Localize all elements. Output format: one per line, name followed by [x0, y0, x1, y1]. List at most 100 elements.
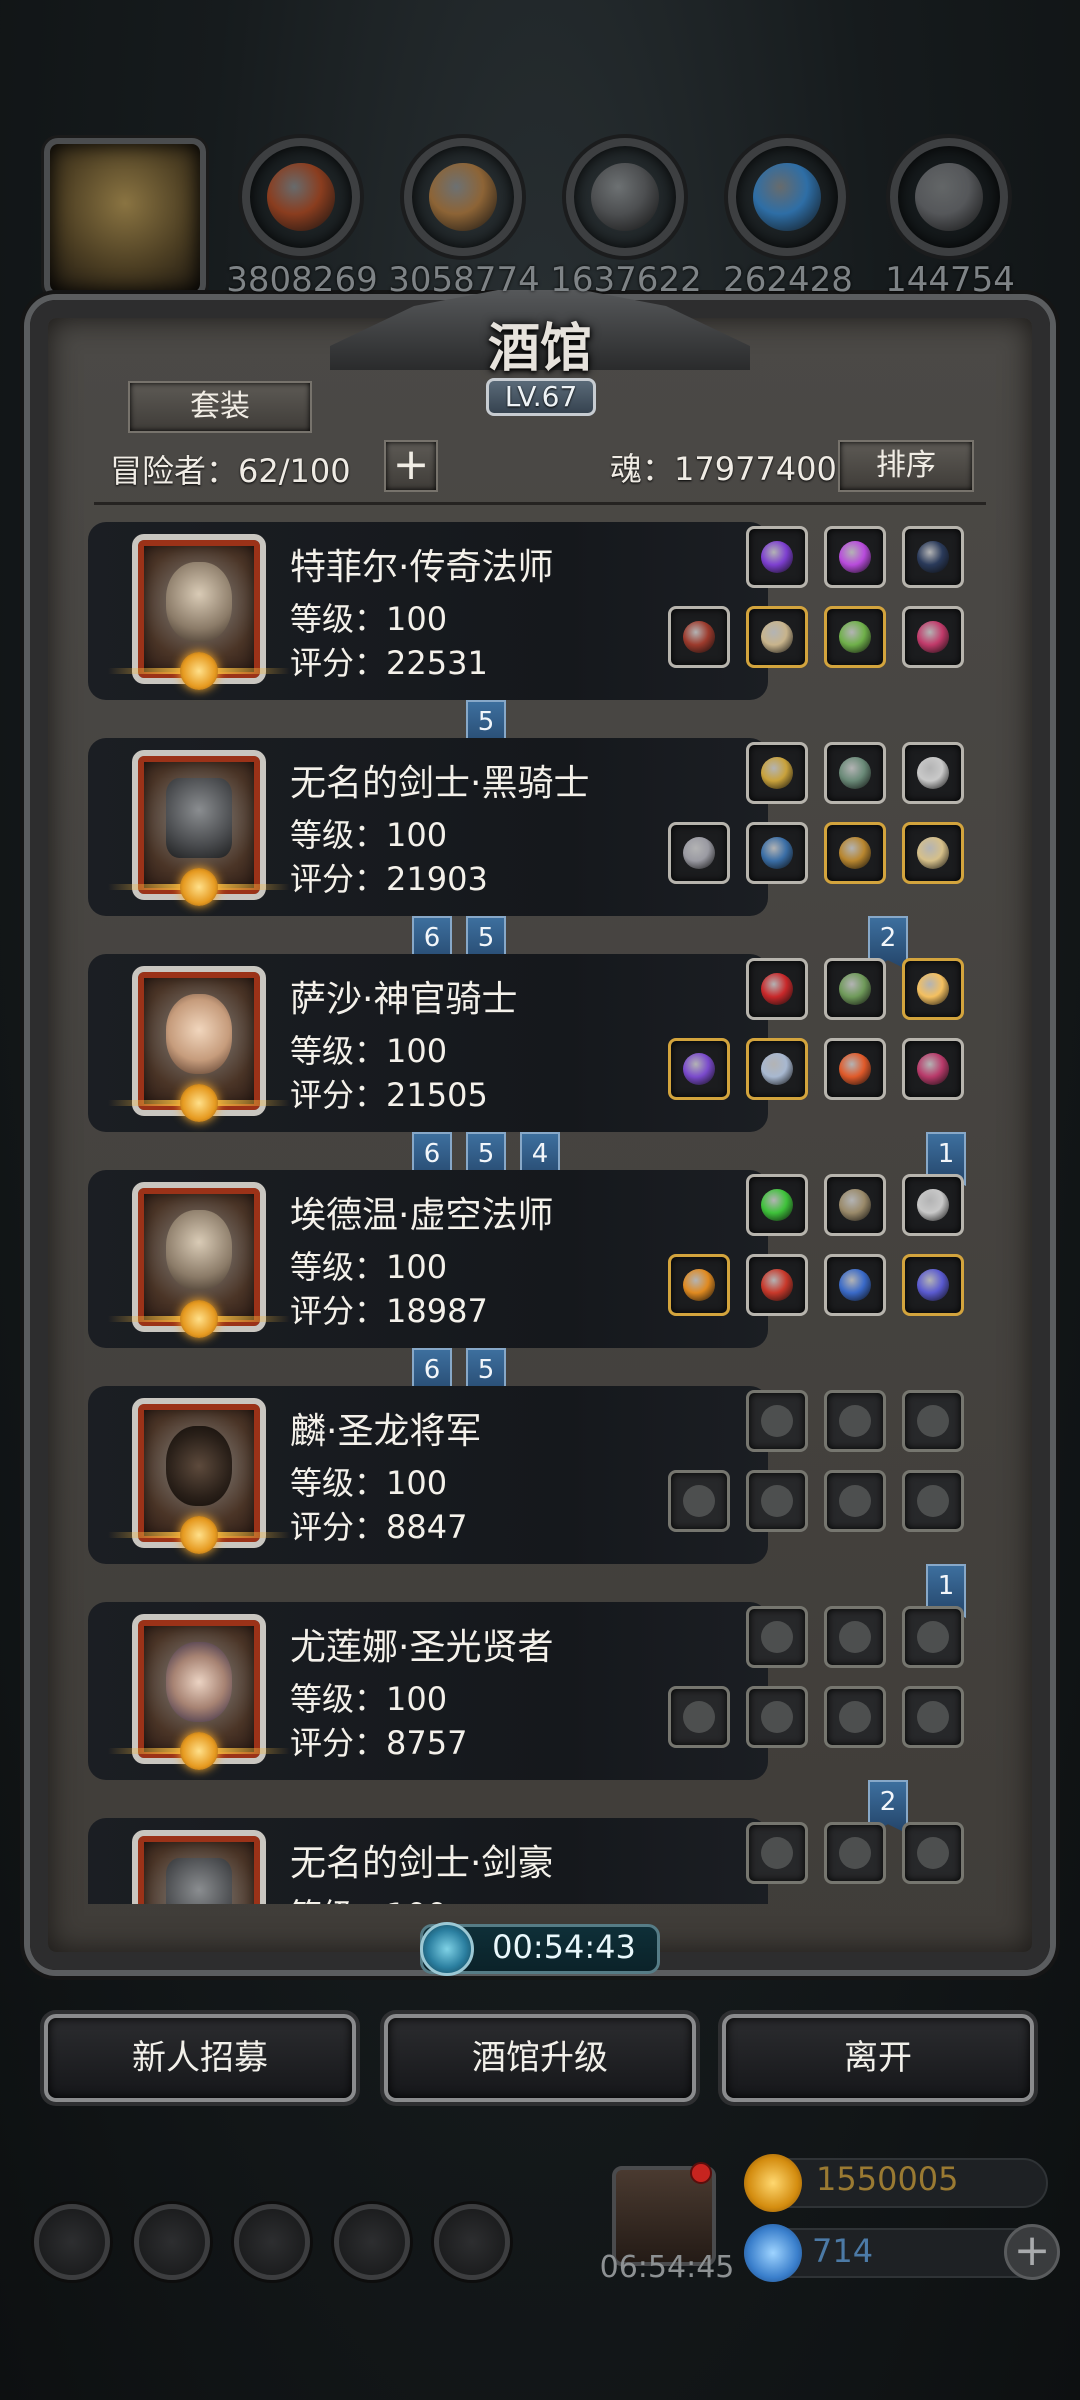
equipment-slot-bottom-3[interactable] [902, 1254, 964, 1316]
equipment-slot-top-1[interactable] [824, 742, 886, 804]
equipment-slot-top-0[interactable] [746, 742, 808, 804]
leave-button[interactable]: 离开 [722, 2014, 1034, 2102]
mail-icon[interactable] [334, 2204, 410, 2280]
hero-score: 评分：8757 [290, 1724, 468, 1762]
divider [94, 502, 986, 505]
guild-icon[interactable] [234, 2204, 310, 2280]
hero-face [166, 1426, 232, 1506]
equipment-slot-top-1[interactable] [824, 958, 886, 1020]
gear-item-icon [917, 973, 949, 1005]
hero-card[interactable]: 特菲尔·传奇法师 等级：100 评分：22531 [88, 522, 768, 700]
shop-icon[interactable] [434, 2204, 510, 2280]
equipment-slot-bottom-0[interactable] [668, 1254, 730, 1316]
resource-value: 144754 [885, 260, 1015, 300]
equipment-slot-top-1[interactable] [824, 526, 886, 588]
equipment-slot-top-2[interactable] [902, 742, 964, 804]
clock-icon [420, 1922, 474, 1976]
add-adventurer-slot-button[interactable]: + [384, 440, 438, 492]
equipment-slot-bottom-1[interactable] [746, 1038, 808, 1100]
empty-equipment-slot-top-2[interactable] [902, 1822, 964, 1884]
star-medal-icon [108, 868, 290, 906]
equipment-slot-bottom-0[interactable] [668, 606, 730, 668]
equipment-slot-bottom-1[interactable] [746, 822, 808, 884]
hero-name: 埃德温·虚空法师 [290, 1195, 554, 1236]
upgrade-tavern-button[interactable]: 酒馆升级 [384, 2014, 696, 2102]
equipment-slot-bottom-2[interactable] [824, 606, 886, 668]
equipment-slot-bottom-1[interactable] [746, 1254, 808, 1316]
sort-button[interactable]: 排序 [838, 440, 974, 492]
equipment-slot-bottom-3[interactable] [902, 1038, 964, 1100]
equipment-slot-top-0[interactable] [746, 1174, 808, 1236]
hero-name: 特菲尔·传奇法师 [290, 547, 554, 588]
gear-item-icon [761, 1189, 793, 1221]
resource-crystal[interactable]: 262428 [723, 138, 853, 300]
equipment-slot-bottom-0[interactable] [668, 822, 730, 884]
empty-equipment-slot-top-1[interactable] [824, 1822, 886, 1884]
hero-card[interactable]: 埃德温·虚空法师 等级：100 评分：18987 [88, 1170, 768, 1348]
iron-icon [566, 138, 684, 256]
add-currency-button[interactable]: + [1004, 2224, 1060, 2280]
empty-equipment-slot-bottom-0[interactable] [668, 1470, 730, 1532]
empty-equipment-slot-top-0[interactable] [746, 1822, 808, 1884]
hero-avatar[interactable] [132, 1830, 266, 1904]
empty-equipment-slot-bottom-1[interactable] [746, 1470, 808, 1532]
empty-equipment-slot-bottom-3[interactable] [902, 1686, 964, 1748]
hero-card[interactable]: 尤莲娜·圣光贤者 等级：100 评分：8757 [88, 1602, 768, 1780]
hero-name: 尤莲娜·圣光贤者 [290, 1627, 554, 1668]
gear-item-icon [761, 973, 793, 1005]
resource-wood[interactable]: 3058774 [388, 138, 540, 300]
resource-value: 1637622 [550, 260, 702, 300]
empty-equipment-slot-bottom-1[interactable] [746, 1686, 808, 1748]
placeholder-icon [917, 1621, 949, 1653]
equipment-slot-bottom-1[interactable] [746, 606, 808, 668]
equipment-slot-bottom-3[interactable] [902, 606, 964, 668]
empty-equipment-slot-top-0[interactable] [746, 1390, 808, 1452]
equipment-slot-top-2[interactable] [902, 526, 964, 588]
equipment-slot-bottom-2[interactable] [824, 1038, 886, 1100]
equipment-slot-bottom-2[interactable] [824, 822, 886, 884]
placeholder-icon [839, 1837, 871, 1869]
player-portrait[interactable] [44, 138, 206, 298]
empty-equipment-slot-bottom-2[interactable] [824, 1686, 886, 1748]
recruit-button[interactable]: 新人招募 [44, 2014, 356, 2102]
equipment-slot-bottom-3[interactable] [902, 822, 964, 884]
badge-icon[interactable] [134, 2204, 210, 2280]
gear-item-icon [917, 621, 949, 653]
gear-item-icon [839, 1053, 871, 1085]
resource-stone[interactable]: 144754 [885, 138, 1015, 300]
empty-equipment-slot-top-0[interactable] [746, 1606, 808, 1668]
equipment-slot-top-0[interactable] [746, 526, 808, 588]
empty-equipment-slot-top-1[interactable] [824, 1390, 886, 1452]
empty-equipment-slot-top-2[interactable] [902, 1390, 964, 1452]
stone-icon [890, 138, 1008, 256]
suit-button[interactable]: 套装 [128, 381, 312, 433]
equipment-slot-top-0[interactable] [746, 958, 808, 1020]
empty-equipment-slot-bottom-0[interactable] [668, 1686, 730, 1748]
hero-card[interactable]: 无名的剑士·剑豪等级：100 [88, 1818, 768, 1904]
gear-icon[interactable] [34, 2204, 110, 2280]
gear-item-icon [839, 973, 871, 1005]
hero-card[interactable]: 麟·圣龙将军 等级：100 评分：8847 [88, 1386, 768, 1564]
gear-item-icon [839, 541, 871, 573]
empty-equipment-slot-bottom-2[interactable] [824, 1470, 886, 1532]
equipment-slot-top-2[interactable] [902, 1174, 964, 1236]
placeholder-icon [917, 1837, 949, 1869]
empty-equipment-slot-top-2[interactable] [902, 1606, 964, 1668]
equipment-slot-top-1[interactable] [824, 1174, 886, 1236]
equipment-slot-bottom-0[interactable] [668, 1038, 730, 1100]
hero-card[interactable]: 萨沙·神官骑士 等级：100 评分：21505 [88, 954, 768, 1132]
equipment-slot-top-2[interactable] [902, 958, 964, 1020]
empty-equipment-slot-top-1[interactable] [824, 1606, 886, 1668]
star-medal-icon [108, 1732, 290, 1770]
resource-iron[interactable]: 1637622 [550, 138, 702, 300]
hero-level: 等级：100 [290, 1680, 448, 1718]
gear-item-icon [761, 1053, 793, 1085]
gear-item-icon [839, 621, 871, 653]
hero-card[interactable]: 无名的剑士·黑骑士 等级：100 评分：21903 [88, 738, 768, 916]
hero-face [166, 994, 232, 1074]
equipment-slot-bottom-2[interactable] [824, 1254, 886, 1316]
placeholder-icon [683, 1485, 715, 1517]
hero-list[interactable]: 特菲尔·传奇法师 等级：100 评分：22531 5 无名的剑士·黑骑士 等级：100 评分… [70, 512, 1010, 1904]
resource-copper[interactable]: 3808269 [226, 138, 378, 300]
empty-equipment-slot-bottom-3[interactable] [902, 1470, 964, 1532]
